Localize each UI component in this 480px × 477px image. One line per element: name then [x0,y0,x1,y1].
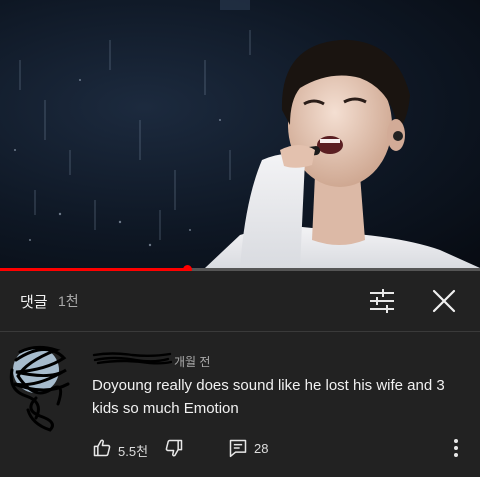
close-button[interactable] [428,285,460,317]
thumbs-up-icon [93,439,111,457]
close-icon [432,289,456,313]
reply-button[interactable] [228,438,248,458]
thumbs-down-icon [165,439,183,457]
sort-button[interactable] [366,287,398,315]
avatar[interactable] [6,340,74,432]
comment-item: 개월 전 Doyoung really does sound like he l… [0,332,480,477]
comment-text: Doyoung really does sound like he lost h… [92,377,445,417]
comment-actions: 5.5천 28 [0,435,480,463]
avatar-image [9,345,70,432]
comments-count: 1천 [58,293,79,309]
video-frame [14,0,480,268]
comments-header: 댓글 1천 [0,271,480,331]
author-name-redacted [92,352,172,365]
like-button[interactable] [92,438,112,458]
dislike-button[interactable] [164,438,184,458]
sort-sliders-icon [370,289,394,313]
like-count: 5.5천 [118,444,149,459]
comment-time: 개월 전 [174,355,211,369]
more-vertical-icon [454,439,458,457]
video-player[interactable] [0,0,480,268]
more-options-button[interactable] [446,437,466,459]
comments-panel: 댓글 1천 개월 전 Doyoung really does sound lik… [0,271,480,477]
reply-icon [229,439,247,458]
reply-count: 28 [254,441,269,456]
comments-title: 댓글 [20,294,48,311]
